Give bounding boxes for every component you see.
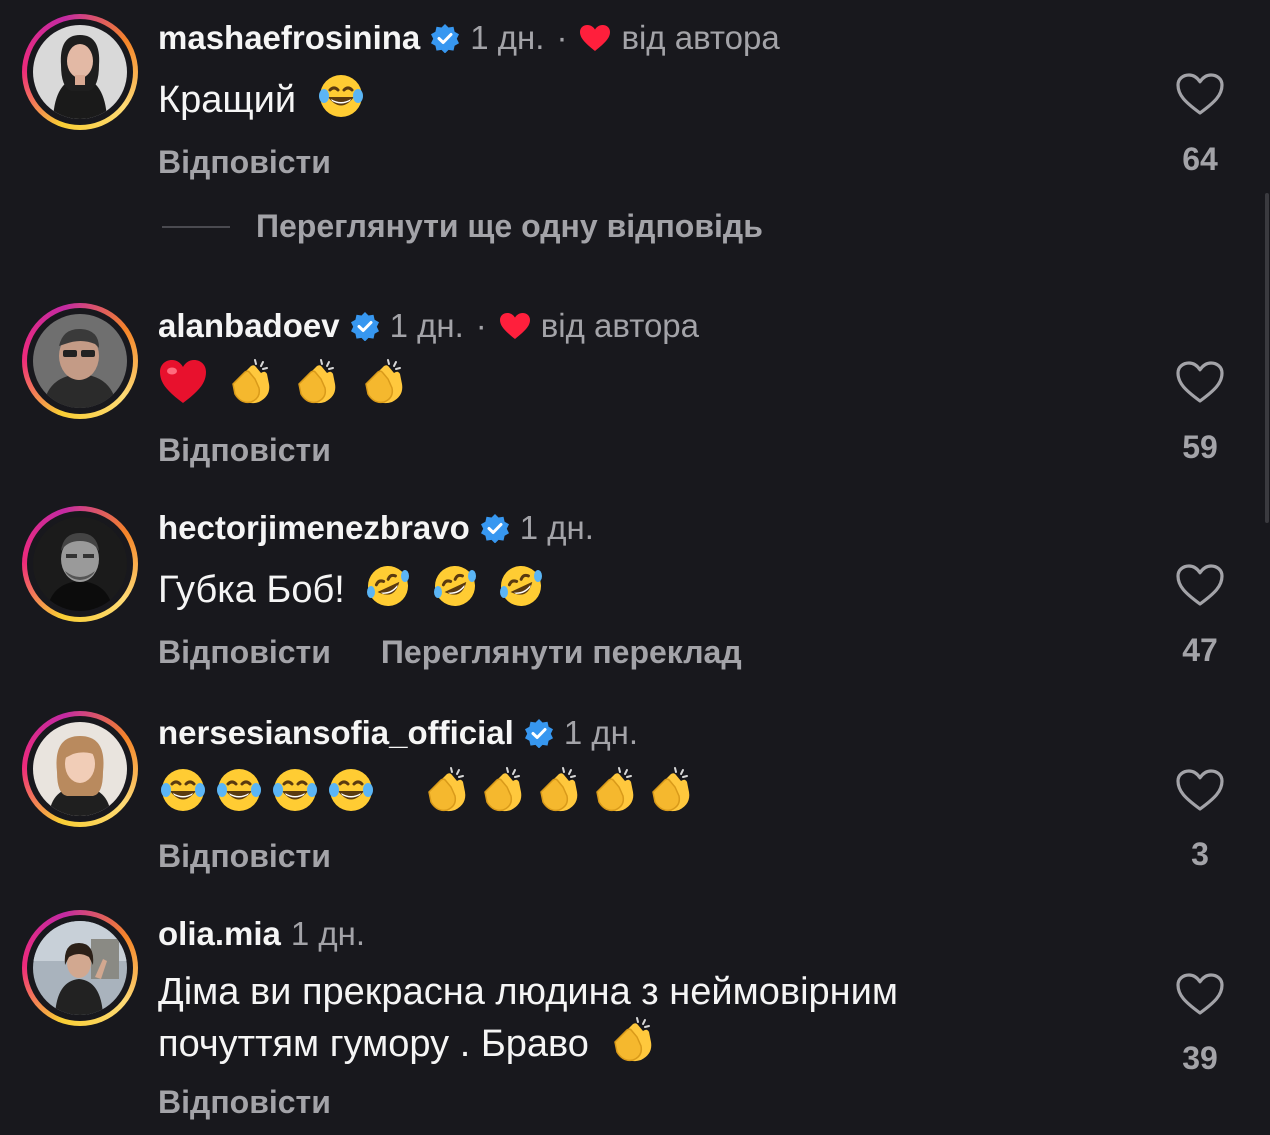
verified-badge-icon: [350, 311, 380, 341]
reply-button[interactable]: Відповісти: [158, 432, 331, 469]
comment-text: [158, 766, 1158, 826]
clapping-hands-emoji-icon: [358, 358, 408, 418]
red-heart-emoji-icon: [158, 358, 208, 418]
comment-text: [158, 358, 1158, 418]
comment-actions: Відповісти: [158, 1082, 331, 1122]
separator-dot: ·: [556, 19, 568, 56]
author-liked-label: від автора: [540, 307, 699, 344]
comment-actions: Відповісти: [158, 430, 331, 470]
timestamp: 1 дн.: [519, 509, 594, 546]
author-liked-label: від автора: [621, 19, 780, 56]
avatar[interactable]: [22, 910, 138, 1026]
like-button[interactable]: [1168, 72, 1232, 116]
username[interactable]: alanbadoev: [158, 307, 340, 345]
reply-button[interactable]: Відповісти: [158, 634, 331, 671]
clapping-hands-emoji-icon: [225, 358, 275, 418]
comment-meta: nersesiansofia_official 1 дн.: [158, 711, 638, 755]
like-count: 39: [1182, 1040, 1218, 1076]
avatar[interactable]: [22, 14, 138, 130]
heart-outline-icon: [1176, 769, 1224, 811]
avatar[interactable]: [22, 711, 138, 827]
verified-badge-icon: [524, 718, 554, 748]
like-button[interactable]: [1168, 360, 1232, 404]
verified-badge-icon: [480, 513, 510, 543]
like-button[interactable]: [1168, 972, 1232, 1016]
like-count: 64: [1182, 141, 1218, 177]
comment-text-body: Губка Боб!: [158, 569, 345, 612]
comment-text: Кращий: [158, 72, 1158, 132]
comment-actions: Відповісти Переглянути переклад: [158, 632, 742, 672]
comment-text-line: почуттям гумору . Браво: [158, 1023, 589, 1066]
avatar[interactable]: [22, 303, 138, 419]
clapping-hands-emoji-icon: [533, 766, 583, 826]
reply-button[interactable]: Відповісти: [158, 1084, 331, 1121]
timestamp: 1 дн.: [470, 19, 545, 56]
rolling-laughing-emoji-icon: [496, 562, 546, 622]
view-replies-button[interactable]: Переглянути ще одну відповідь: [162, 208, 763, 245]
verified-badge-icon: [430, 23, 460, 53]
scrollbar[interactable]: [1265, 193, 1269, 523]
reply-button[interactable]: Відповісти: [158, 144, 331, 181]
avatar[interactable]: [22, 506, 138, 622]
like-button[interactable]: [1168, 563, 1232, 607]
comment-actions: Відповісти: [158, 836, 331, 876]
username[interactable]: hectorjimenezbravo: [158, 509, 470, 547]
clapping-hands-emoji-icon: [291, 358, 341, 418]
laughing-tears-emoji-icon: [158, 766, 208, 826]
laughing-tears-emoji-icon: [326, 766, 376, 826]
laughing-tears-emoji-icon: [270, 766, 320, 826]
comment-meta: olia.mia 1 дн.: [158, 912, 365, 956]
comment-actions: Відповісти: [158, 142, 331, 182]
like-count: 47: [1182, 632, 1218, 668]
heart-outline-icon: [1176, 361, 1224, 403]
heart-filled-icon: [579, 24, 611, 52]
heart-outline-icon: [1176, 73, 1224, 115]
laughing-tears-emoji-icon: [317, 72, 365, 132]
comment-meta: alanbadoev 1 дн. · від автора: [158, 304, 699, 348]
clapping-hands-emoji-icon: [421, 766, 471, 826]
heart-outline-icon: [1176, 973, 1224, 1015]
comment-text-body: Кращий: [158, 79, 297, 122]
view-replies-label: Переглянути ще одну відповідь: [256, 208, 763, 244]
timestamp: 1 дн.: [290, 915, 366, 952]
username[interactable]: mashaefrosinina: [158, 19, 420, 57]
reply-button[interactable]: Відповісти: [158, 838, 331, 875]
clapping-hands-emoji-icon: [477, 766, 527, 826]
comment-text: Губка Боб!: [158, 562, 1158, 622]
replies-divider: [162, 225, 230, 228]
heart-outline-icon: [1176, 564, 1224, 606]
comment-meta: mashaefrosinina 1 дн. · від автора: [158, 16, 780, 60]
comment-text-line: Діма ви прекрасна людина з неймовірним: [158, 971, 898, 1013]
clapping-hands-emoji-icon: [645, 766, 695, 826]
heart-filled-icon: [499, 312, 531, 340]
rolling-laughing-emoji-icon: [363, 562, 413, 622]
laughing-tears-emoji-icon: [214, 766, 264, 826]
clapping-hands-emoji-icon: [607, 1016, 657, 1076]
clapping-hands-emoji-icon: [589, 766, 639, 826]
username[interactable]: nersesiansofia_official: [158, 714, 514, 752]
username[interactable]: olia.mia: [158, 915, 281, 953]
rolling-laughing-emoji-icon: [430, 562, 480, 622]
view-translation-button[interactable]: Переглянути переклад: [381, 634, 742, 671]
comment-meta: hectorjimenezbravo 1 дн.: [158, 506, 594, 550]
like-count: 3: [1191, 836, 1209, 872]
like-count: 59: [1182, 429, 1218, 465]
timestamp: 1 дн.: [563, 714, 638, 751]
timestamp: 1 дн.: [389, 307, 464, 344]
comment-text: Діма ви прекрасна людина з неймовірним п…: [158, 968, 1158, 1076]
separator-dot: ·: [475, 307, 487, 344]
like-button[interactable]: [1168, 768, 1232, 812]
